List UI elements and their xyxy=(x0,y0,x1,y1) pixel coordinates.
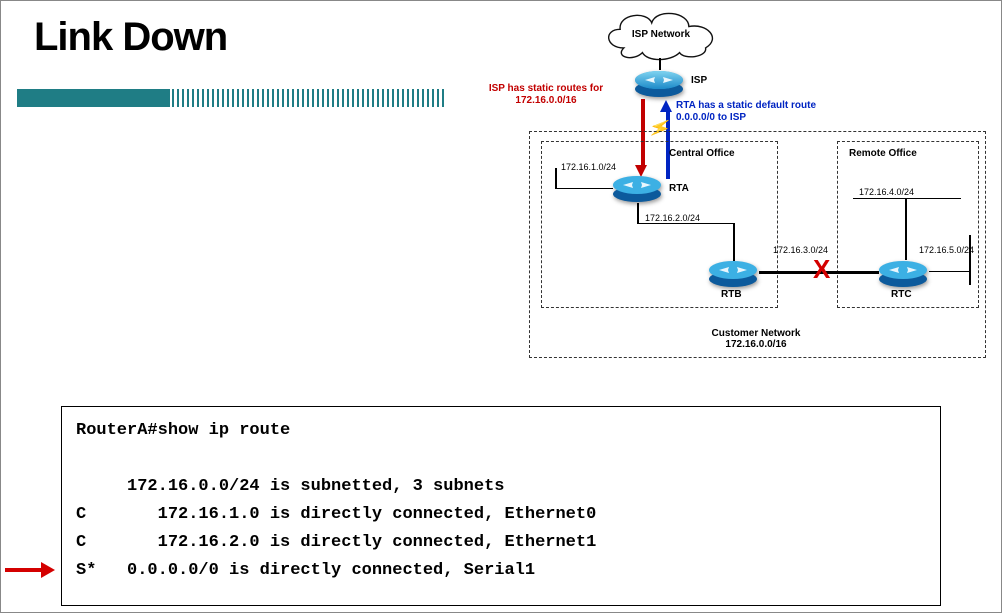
cloud-isp-network: ISP Network xyxy=(596,5,726,63)
router-rtb xyxy=(707,258,759,288)
router-rtb-label: RTB xyxy=(721,289,742,300)
router-rtc-label: RTC xyxy=(891,289,912,300)
router-icon xyxy=(877,258,929,288)
router-icon xyxy=(633,68,685,98)
lan-rta-e0-vert xyxy=(555,168,557,188)
link-rta-down xyxy=(637,203,639,223)
customer-network-title: Customer Network xyxy=(712,328,801,339)
router-icon xyxy=(611,173,663,203)
lan-rtc-e1-horz xyxy=(929,271,971,272)
router-rtc xyxy=(877,258,929,288)
network-diagram: ISP Network ISP ⚡ ISP has static rou xyxy=(481,3,986,363)
router-rta xyxy=(611,173,663,203)
lan-rtc-e1-vert xyxy=(969,235,971,285)
lan-rtc-e0-vert xyxy=(905,198,907,260)
cloud-label: ISP Network xyxy=(596,5,726,63)
note-rta-default: RTA has a static default route 0.0.0.0/0… xyxy=(676,100,826,124)
subnet-rta-e0: 172.16.1.0/24 xyxy=(561,162,616,172)
cli-route-1: C 172.16.1.0 is directly connected, Ethe… xyxy=(76,505,596,524)
subnet-rtc-e0: 172.16.4.0/24 xyxy=(859,187,914,197)
cli-output: RouterA#show ip route 172.16.0.0/24 is s… xyxy=(61,406,941,606)
arrow-rta-to-isp-head xyxy=(660,100,672,112)
highlight-arrow-icon xyxy=(5,561,57,579)
label-customer-network: Customer Network 172.16.0.0/16 xyxy=(691,328,821,350)
link-down-x-icon: X xyxy=(813,256,830,282)
subnet-rtc-e1: 172.16.5.0/24 xyxy=(919,245,974,255)
cli-summary: 172.16.0.0/24 is subnetted, 3 subnets xyxy=(76,477,504,496)
note-isp-static: ISP has static routes for 172.16.0.0/16 xyxy=(471,83,621,107)
label-central-office: Central Office xyxy=(669,148,735,159)
subnet-rtb-rtc: 172.16.3.0/24 xyxy=(773,245,828,255)
link-rta-rtb-horz xyxy=(637,223,735,224)
router-rta-label: RTA xyxy=(669,183,689,194)
accent-bar xyxy=(17,89,445,107)
customer-network-subnet: 172.16.0.0/16 xyxy=(725,339,786,350)
label-remote-office: Remote Office xyxy=(849,148,917,159)
subnet-rta-e1: 172.16.2.0/24 xyxy=(645,213,700,223)
link-rtb-up xyxy=(733,223,735,261)
router-icon xyxy=(707,258,759,288)
cli-route-3: S* 0.0.0.0/0 is directly connected, Seri… xyxy=(76,561,535,580)
lan-rta-e0-horz xyxy=(555,188,613,189)
cli-prompt: RouterA#show ip route xyxy=(76,421,290,440)
router-isp-label: ISP xyxy=(691,75,707,86)
router-isp xyxy=(633,68,685,98)
slide-title: Link Down xyxy=(34,15,227,60)
cli-route-2: C 172.16.2.0 is directly connected, Ethe… xyxy=(76,533,596,552)
lan-rtc-e0-horz xyxy=(853,198,961,199)
